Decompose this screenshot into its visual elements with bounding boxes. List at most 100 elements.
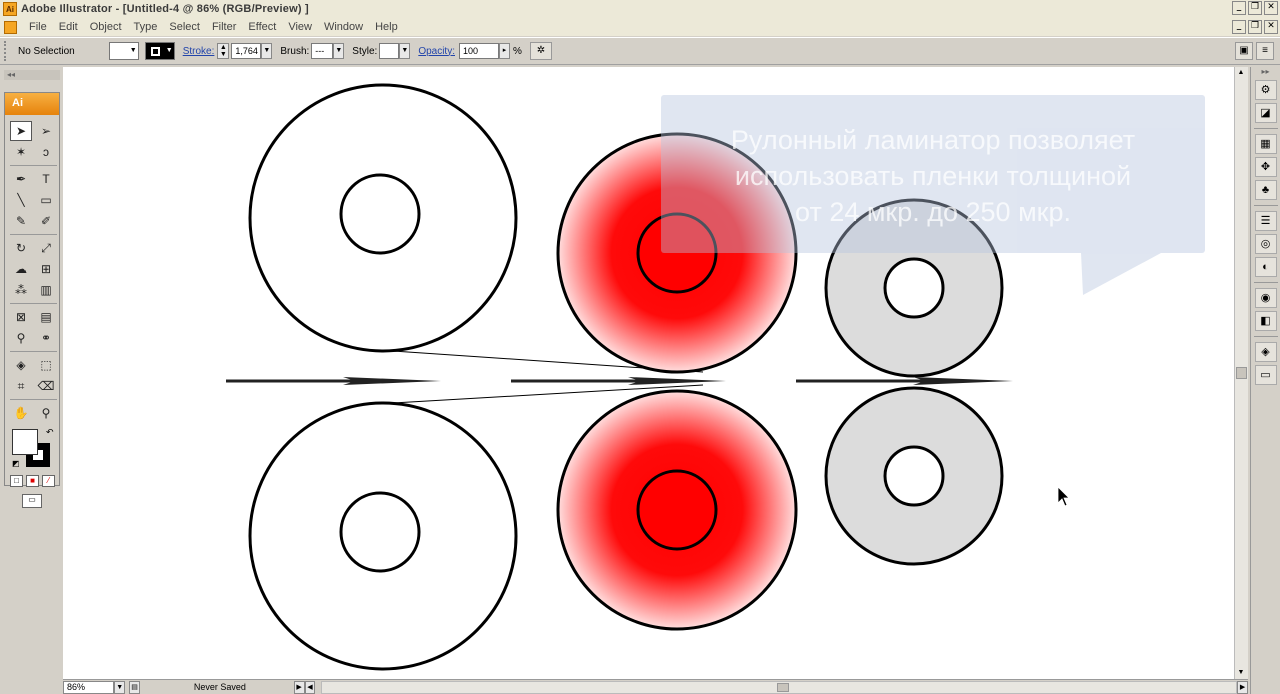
appearance-icon[interactable]: ◉ bbox=[1254, 288, 1277, 308]
top-pull-roller-core[interactable] bbox=[883, 257, 945, 319]
gradient-tool[interactable]: ▤ bbox=[35, 307, 57, 327]
warp-tool[interactable]: ☁ bbox=[10, 259, 32, 279]
pen-tool[interactable]: ✒ bbox=[10, 169, 32, 189]
swap-fill-stroke-icon[interactable]: ↶ bbox=[46, 427, 54, 438]
symbol-sprayer-tool[interactable]: ⁂ bbox=[10, 280, 32, 300]
scroll-right-icon[interactable]: ▶ bbox=[1237, 680, 1248, 694]
blend-tool[interactable]: ⚭ bbox=[35, 328, 57, 348]
selection-tool[interactable]: ➤ bbox=[10, 121, 32, 141]
bottom-left-roller-core[interactable] bbox=[339, 491, 421, 573]
menu-file[interactable]: File bbox=[23, 21, 53, 33]
top-left-roller-core[interactable] bbox=[339, 173, 421, 255]
layers-icon[interactable]: ◈ bbox=[1254, 342, 1277, 362]
vertical-scroll-thumb[interactable] bbox=[1236, 367, 1247, 379]
slice-tool[interactable]: ⌗ bbox=[10, 376, 32, 396]
menu-edit[interactable]: Edit bbox=[53, 21, 84, 33]
opacity-label[interactable]: Opacity: bbox=[418, 46, 455, 57]
feed-arrow-3[interactable] bbox=[796, 377, 1013, 385]
status-menu-icon[interactable]: ▤ bbox=[129, 680, 140, 694]
style-dropdown[interactable]: ▼ bbox=[399, 43, 411, 59]
line-segment-tool[interactable]: ╲ bbox=[10, 190, 32, 210]
document-menu-icon[interactable] bbox=[4, 20, 17, 34]
vertical-scrollbar[interactable]: ▲ ▼ bbox=[1234, 67, 1248, 679]
horizontal-scroll-thumb[interactable] bbox=[777, 682, 790, 692]
stroke-swatch[interactable]: ▼ bbox=[144, 42, 175, 60]
stroke-label[interactable]: Stroke: bbox=[183, 46, 215, 57]
menu-object[interactable]: Object bbox=[84, 21, 128, 33]
zoom-level-field[interactable]: 86% bbox=[63, 680, 115, 694]
zoom-dropdown[interactable]: ▼ bbox=[114, 680, 126, 694]
doc-restore-button[interactable]: ❐ bbox=[1248, 20, 1262, 34]
live-paint-selection-tool[interactable]: ⬚ bbox=[35, 355, 57, 375]
scroll-up-icon[interactable]: ▲ bbox=[1235, 67, 1247, 79]
none-mode-icon[interactable]: ⁄ bbox=[42, 475, 55, 487]
opacity-dropdown[interactable]: ▸ bbox=[499, 43, 510, 59]
scroll-down-icon[interactable]: ▼ bbox=[1235, 667, 1247, 679]
restore-button[interactable]: ❐ bbox=[1248, 1, 1262, 15]
scroll-left-icon[interactable]: ◀ bbox=[304, 680, 316, 694]
gradient-mode-icon[interactable]: ■ bbox=[26, 475, 39, 487]
brush-dropdown[interactable]: ▼ bbox=[333, 43, 345, 59]
horizontal-scrollbar[interactable] bbox=[321, 680, 1238, 694]
status-next-icon[interactable]: ▶ bbox=[293, 680, 305, 694]
stroke-stepper[interactable]: ▲ ▼ bbox=[217, 43, 230, 59]
gradient-icon[interactable]: ◎ bbox=[1254, 234, 1277, 254]
doc-close-button[interactable]: ✕ bbox=[1264, 20, 1278, 34]
menu-view[interactable]: View bbox=[282, 21, 318, 33]
stroke-icon[interactable]: ☰ bbox=[1254, 211, 1277, 231]
column-graph-tool[interactable]: ▥ bbox=[35, 280, 57, 300]
graphic-styles-icon[interactable]: ◧ bbox=[1254, 311, 1277, 331]
hand-tool[interactable]: ✋ bbox=[10, 403, 32, 423]
rotate-tool[interactable]: ↻ bbox=[10, 238, 32, 258]
feed-arrow-1[interactable] bbox=[226, 377, 441, 385]
stroke-weight-field[interactable]: 1,764 bbox=[231, 43, 262, 59]
rectangle-tool[interactable]: ▭ bbox=[35, 190, 57, 210]
symbols-icon[interactable]: ♣ bbox=[1254, 180, 1277, 200]
menu-effect[interactable]: Effect bbox=[242, 21, 282, 33]
transparency-icon[interactable]: ◐ bbox=[1254, 257, 1277, 277]
bottom-pull-roller-core[interactable] bbox=[883, 445, 945, 507]
menu-type[interactable]: Type bbox=[128, 21, 164, 33]
brushes-icon[interactable]: ✥ bbox=[1254, 157, 1277, 177]
control-bar-grip[interactable] bbox=[4, 41, 10, 61]
scale-tool[interactable]: ⤢ bbox=[35, 238, 57, 258]
color-mode-icon[interactable]: □ bbox=[10, 475, 23, 487]
opacity-field[interactable]: 100 bbox=[459, 43, 499, 59]
paintbrush-tool[interactable]: ✎ bbox=[10, 211, 32, 231]
menu-help[interactable]: Help bbox=[369, 21, 404, 33]
feed-arrow-2[interactable] bbox=[511, 377, 726, 385]
fill-color-box[interactable] bbox=[12, 429, 38, 455]
bottom-heat-roller-core[interactable] bbox=[636, 469, 718, 551]
menu-select[interactable]: Select bbox=[163, 21, 206, 33]
control-panel-menu-icon[interactable]: ≡ bbox=[1256, 42, 1274, 60]
fill-swatch[interactable]: ▼ bbox=[108, 42, 139, 60]
recolor-artwork-icon[interactable]: ✲ bbox=[529, 42, 552, 60]
free-transform-tool[interactable]: ⊞ bbox=[35, 259, 57, 279]
swatches-icon[interactable]: ▦ bbox=[1254, 134, 1277, 154]
mesh-tool[interactable]: ⊠ bbox=[10, 307, 32, 327]
minimize-button[interactable]: _ bbox=[1232, 1, 1246, 15]
eyedropper-tool[interactable]: ⚲ bbox=[10, 328, 32, 348]
menu-window[interactable]: Window bbox=[318, 21, 369, 33]
live-paint-bucket-tool[interactable]: ◈ bbox=[10, 355, 32, 375]
navigator-icon[interactable]: ⚙ bbox=[1254, 80, 1277, 100]
default-fill-stroke-icon[interactable]: ◩ bbox=[12, 459, 20, 468]
artboards-icon[interactable]: ▭ bbox=[1254, 365, 1277, 385]
info-icon[interactable]: ◪ bbox=[1254, 103, 1277, 123]
zoom-tool[interactable]: ⚲ bbox=[35, 403, 57, 423]
tools-panel-grip[interactable]: ◂◂ bbox=[4, 70, 60, 80]
menu-filter[interactable]: Filter bbox=[206, 21, 242, 33]
doc-minimize-button[interactable]: _ bbox=[1232, 20, 1246, 34]
stroke-weight-dropdown[interactable]: ▼ bbox=[261, 43, 273, 59]
dock-collapse-icon[interactable]: ▸▸ bbox=[1251, 67, 1280, 77]
magic-wand-tool[interactable]: ✶ bbox=[10, 142, 32, 162]
screen-mode-icon[interactable]: ▭ bbox=[22, 494, 42, 508]
eraser-tool[interactable]: ⌫ bbox=[35, 376, 57, 396]
document-setup-icon[interactable]: ▣ bbox=[1235, 42, 1253, 60]
lasso-tool[interactable]: ↄ bbox=[35, 142, 57, 162]
style-field[interactable] bbox=[379, 43, 400, 59]
artboard-canvas[interactable]: Рулонный ламинатор позволяет использоват… bbox=[63, 67, 1234, 679]
type-tool[interactable]: T bbox=[35, 169, 57, 189]
brush-field[interactable]: --- bbox=[311, 43, 334, 59]
close-button[interactable]: ✕ bbox=[1264, 1, 1278, 15]
